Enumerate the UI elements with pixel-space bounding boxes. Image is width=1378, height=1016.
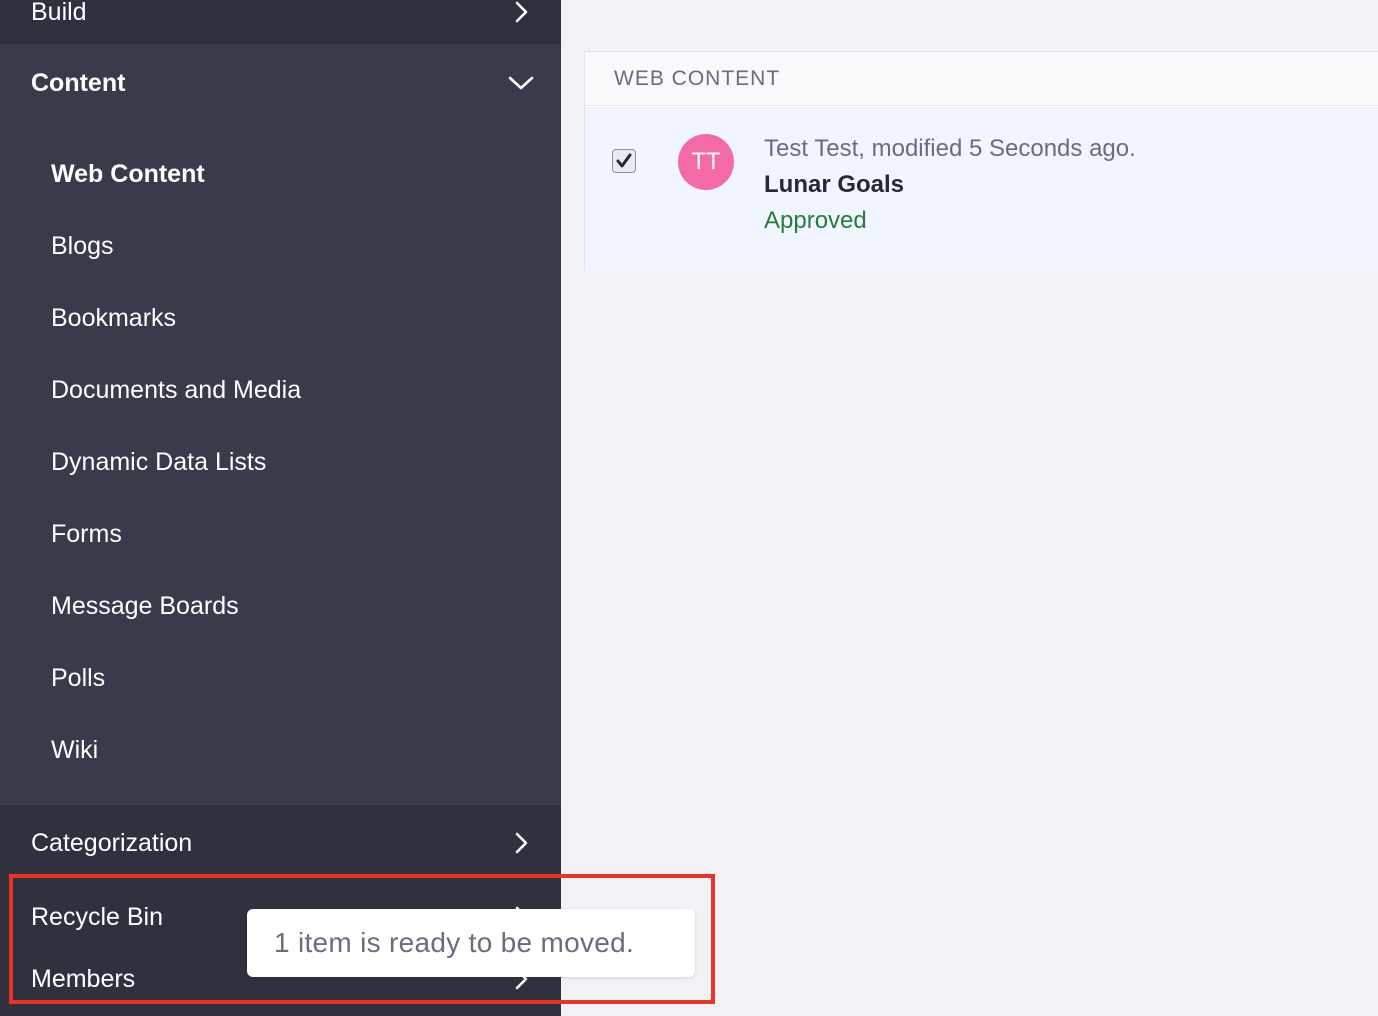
sidebar-section-label: Build bbox=[31, 0, 87, 26]
sidebar-section-build[interactable]: Build bbox=[0, 0, 561, 44]
sidebar-section-content[interactable]: Content bbox=[0, 44, 561, 122]
entry-title[interactable]: Lunar Goals bbox=[764, 171, 904, 199]
product-menu-sidebar: Build Content Web Content Blogs Bookmark… bbox=[0, 0, 561, 1016]
drag-feedback-tooltip: 1 item is ready to be moved. bbox=[247, 909, 695, 977]
row-checkbox[interactable] bbox=[612, 149, 636, 173]
chevron-right-icon bbox=[515, 1, 528, 23]
sidebar-item-polls[interactable]: Polls bbox=[51, 658, 105, 698]
sidebar-section-label: Content bbox=[31, 68, 126, 97]
chevron-right-icon bbox=[515, 832, 528, 854]
card-header: WEB CONTENT bbox=[585, 52, 1378, 106]
sidebar-item-bookmarks[interactable]: Bookmarks bbox=[51, 298, 176, 338]
sidebar-section-categorization[interactable]: Categorization bbox=[0, 808, 561, 878]
sidebar-section-label: Recycle Bin bbox=[31, 902, 163, 931]
sidebar-item-documents-and-media[interactable]: Documents and Media bbox=[51, 370, 301, 410]
avatar: TT bbox=[678, 134, 734, 190]
content-submenu: Web Content Blogs Bookmarks Documents an… bbox=[0, 122, 561, 805]
status-label: Approved bbox=[764, 207, 867, 234]
list-item[interactable]: TT Test Test, modified 5 Seconds ago. Lu… bbox=[585, 107, 1378, 271]
web-content-card: WEB CONTENT TT Test Test, modified 5 Sec… bbox=[584, 51, 1378, 271]
check-icon bbox=[616, 153, 632, 168]
main-content: WEB CONTENT TT Test Test, modified 5 Sec… bbox=[561, 0, 1378, 1016]
sidebar-item-message-boards[interactable]: Message Boards bbox=[51, 586, 239, 626]
chevron-down-icon bbox=[508, 76, 534, 90]
sidebar-item-web-content[interactable]: Web Content bbox=[51, 154, 205, 194]
sidebar-section-label: Categorization bbox=[31, 828, 193, 857]
sidebar-item-blogs[interactable]: Blogs bbox=[51, 226, 114, 266]
sidebar-section-label: Members bbox=[31, 964, 136, 993]
app-root: Build Content Web Content Blogs Bookmark… bbox=[0, 0, 1378, 1016]
entry-meta: Test Test, modified 5 Seconds ago. bbox=[764, 135, 1136, 162]
sidebar-item-forms[interactable]: Forms bbox=[51, 514, 122, 554]
sidebar-item-dynamic-data-lists[interactable]: Dynamic Data Lists bbox=[51, 442, 266, 482]
sidebar-item-wiki[interactable]: Wiki bbox=[51, 730, 98, 770]
